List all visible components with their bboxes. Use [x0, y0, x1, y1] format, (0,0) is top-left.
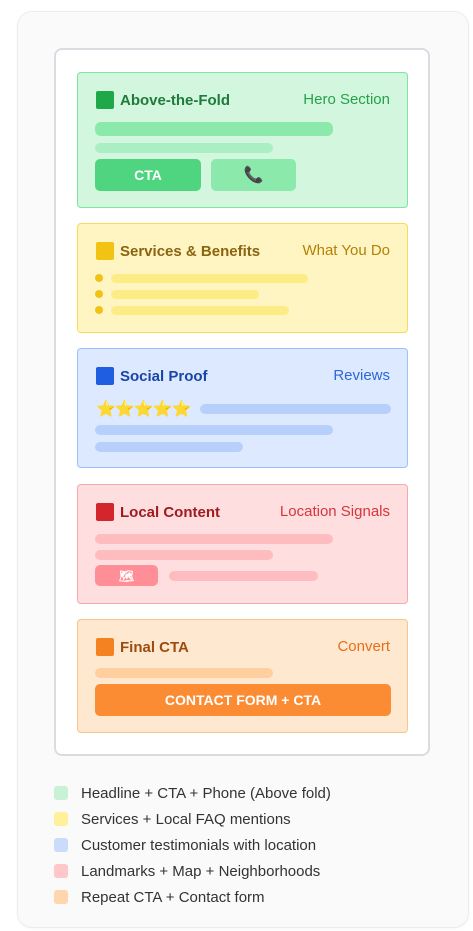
phone-button[interactable]: 📞	[211, 159, 296, 191]
section-tag: Location Signals	[279, 503, 390, 520]
section-tag: Convert	[337, 638, 390, 655]
section-title: Final CTA	[96, 638, 189, 656]
bullet-dot	[95, 290, 103, 298]
subheadline-bar	[95, 143, 273, 153]
legend-item: Customer testimonials with location	[54, 832, 331, 858]
headline-bar	[95, 122, 333, 136]
bullet-dot	[95, 306, 103, 314]
legend-item: Headline + CTA + Phone (Above fold)	[54, 780, 331, 806]
section-final-cta: Final CTA Convert CONTACT FORM + CTA	[77, 619, 408, 733]
orange-square-icon	[96, 638, 114, 656]
review-bar	[200, 404, 391, 414]
contact-form-button[interactable]: CONTACT FORM + CTA	[95, 684, 391, 716]
section-title: Local Content	[96, 503, 220, 521]
yellow-square-icon	[96, 242, 114, 260]
section-social-proof: Social Proof Reviews ⭐⭐⭐⭐⭐	[77, 348, 408, 468]
section-services: Services & Benefits What You Do	[77, 223, 408, 333]
star-rating-icon: ⭐⭐⭐⭐⭐	[96, 401, 192, 418]
cta-button[interactable]: CTA	[95, 159, 201, 191]
bullet-bar	[111, 306, 289, 315]
section-title: Above-the-Fold	[96, 91, 230, 109]
legend-swatch	[54, 812, 68, 826]
legend-item: Landmarks + Map + Neighborhoods	[54, 858, 331, 884]
content-bar	[95, 534, 333, 544]
map-badge: 🗺	[95, 565, 158, 586]
content-bar	[95, 668, 273, 678]
section-tag: Reviews	[333, 367, 390, 384]
red-square-icon	[96, 503, 114, 521]
legend-swatch	[54, 786, 68, 800]
legend-swatch	[54, 838, 68, 852]
section-title: Social Proof	[96, 367, 208, 385]
map-icon: 🗺	[118, 568, 135, 583]
content-bar	[169, 571, 318, 581]
bullet-bar	[111, 290, 259, 299]
legend: Headline + CTA + Phone (Above fold) Serv…	[54, 780, 331, 910]
section-tag: What You Do	[302, 242, 390, 259]
blue-square-icon	[96, 367, 114, 385]
section-above-the-fold: Above-the-Fold Hero Section CTA 📞	[77, 72, 408, 208]
legend-swatch	[54, 864, 68, 878]
review-bar	[95, 442, 243, 452]
section-title: Services & Benefits	[96, 242, 260, 260]
bullet-bar	[111, 274, 308, 283]
section-tag: Hero Section	[303, 91, 390, 108]
green-square-icon	[96, 91, 114, 109]
legend-item: Repeat CTA + Contact form	[54, 884, 331, 910]
legend-item: Services + Local FAQ mentions	[54, 806, 331, 832]
review-bar	[95, 425, 333, 435]
section-local-content: Local Content Location Signals 🗺	[77, 484, 408, 604]
legend-swatch	[54, 890, 68, 904]
phone-icon: 📞	[243, 167, 264, 184]
content-bar	[95, 550, 273, 560]
bullet-dot	[95, 274, 103, 282]
